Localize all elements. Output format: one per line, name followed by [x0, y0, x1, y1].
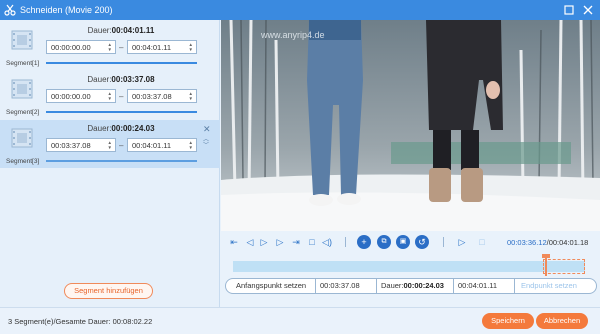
time-display: 00:03:36.12/00:04:01.18 — [507, 238, 589, 247]
maximize-icon[interactable] — [561, 2, 577, 18]
segment-duration: Dauer:00:00:24.03 — [87, 124, 155, 133]
video-watermark: www.anyrip4.de — [261, 30, 325, 40]
set-end-button[interactable]: Endpunkt setzen — [515, 279, 598, 293]
segment-start-input[interactable]: 00:00:00.00 ▲ ▼ — [46, 40, 116, 54]
video-preview[interactable]: www.anyrip4.de — [221, 20, 600, 231]
segment-item-active[interactable]: Segment[3] Dauer:00:00:24.03 00:03:37.08… — [0, 120, 220, 168]
skip-to-start-icon[interactable]: ⇤ — [229, 237, 239, 247]
segment-item[interactable]: Segment[2] Dauer:00:03:37.08 00:00:00.00… — [0, 71, 220, 119]
film-icon — [11, 128, 33, 148]
range-dash: – — [119, 141, 124, 150]
segment-label: Segment[1] — [6, 60, 40, 67]
reset-icon[interactable]: ↺ — [415, 235, 429, 249]
play-icon[interactable]: ▷ — [259, 237, 269, 247]
set-start-button[interactable]: Anfangspunkt setzen — [226, 279, 316, 293]
spinner-icon[interactable]: ▲ ▼ — [189, 140, 193, 150]
duration-field: Dauer:00:00:24.03 — [377, 279, 454, 293]
segment-end-input[interactable]: 00:04:01.11 ▲ ▼ — [127, 40, 197, 54]
end-time-field[interactable]: 00:04:01.11 — [454, 279, 515, 293]
next-frame-icon[interactable]: ▷ — [275, 237, 285, 247]
footer: 3 Segment(e)/Gesamte Dauer: 00:08:02.22 … — [0, 307, 600, 334]
segment-item[interactable]: Segment[1] Dauer:00:04:01.11 00:00:00.00… — [0, 22, 220, 70]
spinner-icon[interactable]: ▲ ▼ — [108, 91, 112, 101]
segment-duration: Dauer:00:03:37.08 — [87, 75, 155, 84]
title-bar: Schneiden (Movie 200) — [0, 0, 600, 20]
add-icon[interactable]: + — [357, 235, 371, 249]
film-icon — [11, 30, 33, 50]
segment-range-bar — [46, 160, 197, 162]
cancel-button[interactable]: Abbrechen — [536, 313, 588, 329]
spinner-icon[interactable]: ▲ ▼ — [189, 42, 193, 52]
spinner-icon[interactable]: ▲ ▼ — [189, 91, 193, 101]
segment-range-bar — [46, 62, 197, 64]
volume-icon[interactable]: ◁) — [322, 237, 332, 247]
segment-start-input[interactable]: 00:00:00.00 ▲ ▼ — [46, 89, 116, 103]
divider — [345, 237, 346, 247]
save-button[interactable]: Speichern — [482, 313, 534, 329]
status-text: 3 Segment(e)/Gesamte Dauer: 00:08:02.22 — [8, 317, 153, 326]
duplicate-icon[interactable]: ▣ — [396, 235, 410, 249]
range-dash: – — [119, 43, 124, 52]
cut-point-bar: Anfangspunkt setzen 00:03:37.08 Dauer:00… — [225, 278, 597, 294]
range-dash: – — [119, 92, 124, 101]
segment-duration: Dauer:00:04:01.11 — [87, 26, 155, 35]
timeline-track[interactable] — [233, 254, 585, 276]
video-frame-image — [221, 20, 600, 231]
jump-to-start-icon[interactable]: ▷ — [457, 237, 467, 247]
move-down-icon[interactable]: ﹀ — [203, 140, 209, 149]
segment-range-bar — [46, 111, 197, 113]
segment-start-input[interactable]: 00:03:37.08 ▲ ▼ — [46, 138, 116, 152]
previous-frame-icon[interactable]: ◁ — [245, 237, 255, 247]
segment-label: Segment[2] — [6, 109, 40, 116]
spinner-icon[interactable]: ▲ ▼ — [108, 42, 112, 52]
film-icon — [11, 79, 33, 99]
segment-end-input[interactable]: 00:03:37.08 ▲ ▼ — [127, 89, 197, 103]
divider — [443, 237, 444, 247]
spinner-icon[interactable]: ▲ ▼ — [108, 140, 112, 150]
close-icon[interactable] — [580, 2, 596, 18]
skip-to-end-icon[interactable]: ⇥ — [291, 237, 301, 247]
segment-list: Segment[1] Dauer:00:04:01.11 00:00:00.00… — [0, 20, 220, 307]
scissors-icon — [4, 4, 16, 16]
window-title: Schneiden (Movie 200) — [20, 5, 113, 15]
jump-to-end-icon[interactable]: □ — [477, 237, 487, 247]
stop-icon[interactable]: □ — [307, 237, 317, 247]
playhead[interactable] — [545, 256, 547, 276]
segment-end-input[interactable]: 00:04:01.11 ▲ ▼ — [127, 138, 197, 152]
selection-range[interactable] — [543, 259, 585, 274]
copy-segment-icon[interactable]: ⧉ — [377, 235, 391, 249]
player-controls: ⇤ ◁ ▷ ▷ ⇥ □ ◁) + ⧉ ▣ ↺ ▷ □ 00:03:36.12/0… — [221, 231, 600, 307]
add-segment-button[interactable]: Segment hinzufügen — [64, 283, 153, 299]
segment-label: Segment[3] — [6, 158, 40, 165]
start-time-field[interactable]: 00:03:37.08 — [316, 279, 377, 293]
